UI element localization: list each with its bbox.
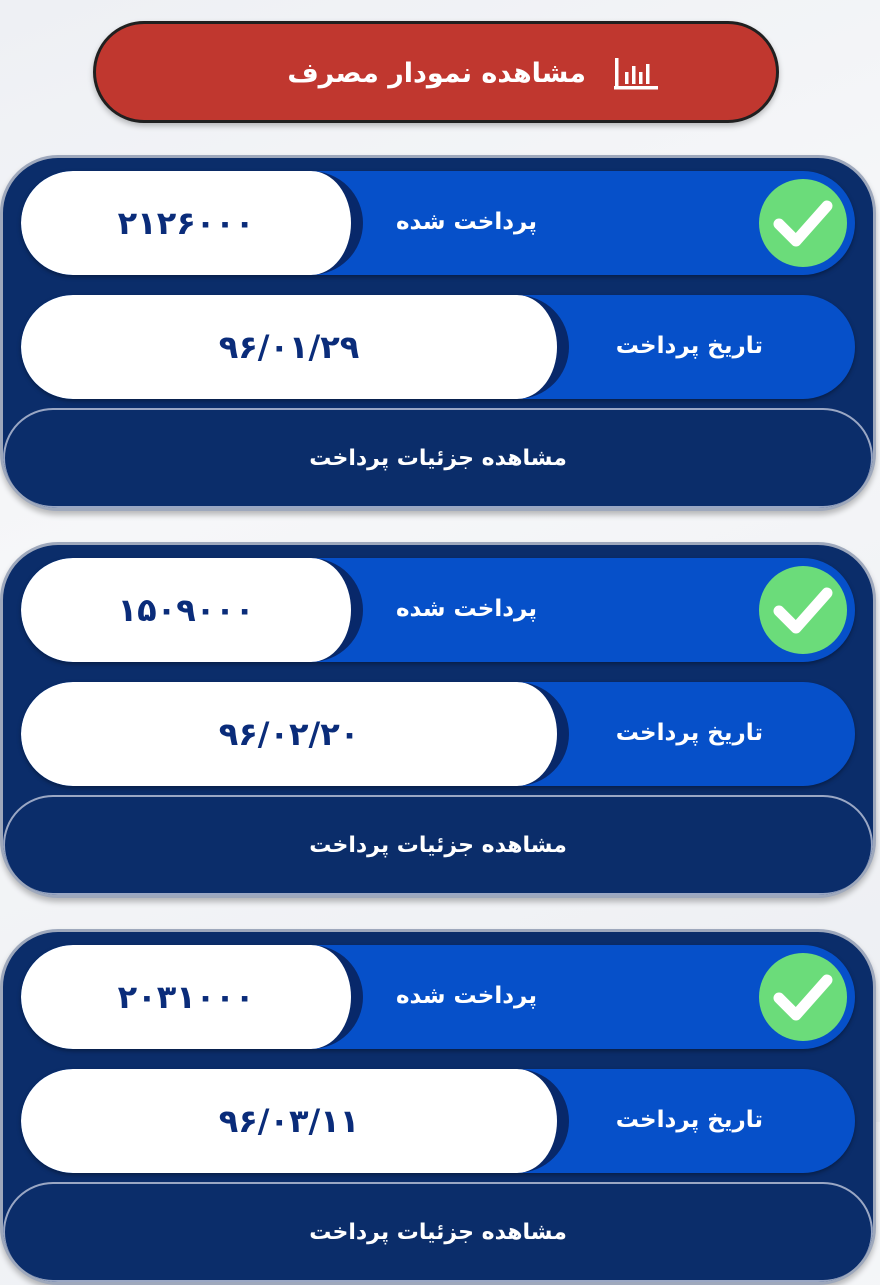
view-payment-details-button[interactable]: مشاهده جزئیات پرداخت xyxy=(3,1182,873,1282)
details-label: مشاهده جزئیات پرداخت xyxy=(309,1219,567,1245)
amount-label: پرداخت شده xyxy=(395,983,537,1009)
amount-value-field: ۲۱۲۶۰۰۰ xyxy=(21,171,363,275)
date-value: ۹۶/۰۱/۲۹ xyxy=(218,328,360,366)
check-icon xyxy=(759,953,847,1041)
amount-value-field: ۱۵۰۹۰۰۰ xyxy=(21,558,363,662)
date-row: ۹۶/۰۲/۲۰ تاریخ پرداخت xyxy=(21,682,855,786)
date-value-field: ۹۶/۰۱/۲۹ xyxy=(21,295,569,399)
amount-row: ۲۰۳۱۰۰۰ پرداخت شده xyxy=(21,945,855,1049)
amount-label: پرداخت شده xyxy=(395,596,537,622)
date-label: تاریخ پرداخت xyxy=(615,1107,763,1133)
date-value-field: ۹۶/۰۳/۱۱ xyxy=(21,1069,569,1173)
check-icon xyxy=(759,566,847,654)
amount-row: ۱۵۰۹۰۰۰ پرداخت شده xyxy=(21,558,855,662)
details-label: مشاهده جزئیات پرداخت xyxy=(309,445,567,471)
date-value-field: ۹۶/۰۲/۲۰ xyxy=(21,682,569,786)
view-consumption-chart-button[interactable]: مشاهده نمودار مصرف xyxy=(93,21,779,123)
amount-label: پرداخت شده xyxy=(395,209,537,235)
amount-value: ۲۱۲۶۰۰۰ xyxy=(117,204,255,242)
date-value: ۹۶/۰۲/۲۰ xyxy=(218,715,360,753)
view-payment-details-button[interactable]: مشاهده جزئیات پرداخت xyxy=(3,408,873,508)
payment-card: ۲۱۲۶۰۰۰ پرداخت شده ۹۶/۰۱/۲۹ تاریخ پرداخت… xyxy=(0,155,876,511)
amount-value: ۲۰۳۱۰۰۰ xyxy=(117,978,255,1016)
date-row: ۹۶/۰۱/۲۹ تاریخ پرداخت xyxy=(21,295,855,399)
amount-value-field: ۲۰۳۱۰۰۰ xyxy=(21,945,363,1049)
amount-row: ۲۱۲۶۰۰۰ پرداخت شده xyxy=(21,171,855,275)
view-payment-details-button[interactable]: مشاهده جزئیات پرداخت xyxy=(3,795,873,895)
chart-button-label: مشاهده نمودار مصرف xyxy=(287,58,586,89)
check-icon xyxy=(759,179,847,267)
date-value: ۹۶/۰۳/۱۱ xyxy=(218,1102,360,1140)
payment-card: ۲۰۳۱۰۰۰ پرداخت شده ۹۶/۰۳/۱۱ تاریخ پرداخت… xyxy=(0,929,876,1285)
date-row: ۹۶/۰۳/۱۱ تاریخ پرداخت xyxy=(21,1069,855,1173)
payment-card: ۱۵۰۹۰۰۰ پرداخت شده ۹۶/۰۲/۲۰ تاریخ پرداخت… xyxy=(0,542,876,898)
date-label: تاریخ پرداخت xyxy=(615,333,763,359)
details-label: مشاهده جزئیات پرداخت xyxy=(309,832,567,858)
bar-chart-icon xyxy=(609,52,663,94)
date-label: تاریخ پرداخت xyxy=(615,720,763,746)
amount-value: ۱۵۰۹۰۰۰ xyxy=(117,591,255,629)
